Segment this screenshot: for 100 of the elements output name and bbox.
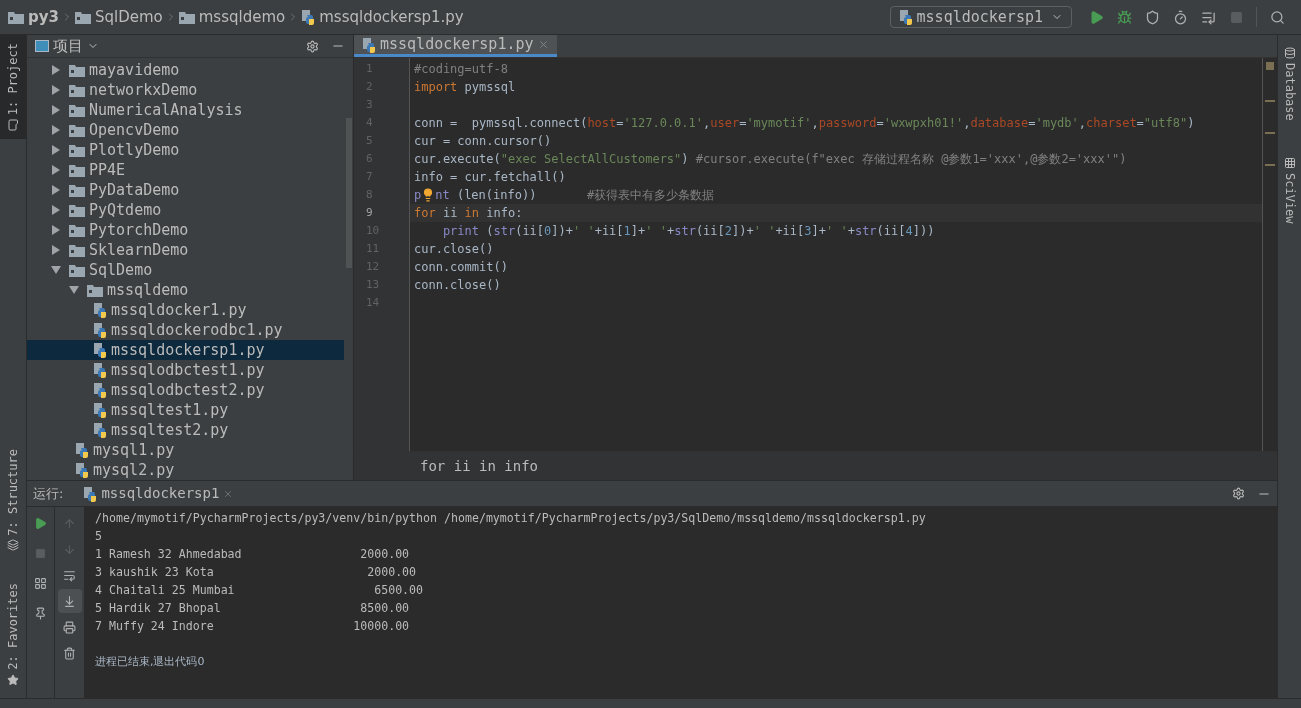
tree-item[interactable]: mysql1.py <box>27 440 344 460</box>
pin-icon <box>34 606 47 620</box>
code-line: cur.execute("exec SelectAllCustomers") #cursor.execute(f"exec 存储过程名称 @参数1='xxx',@参数2='xxx'") <box>413 151 1128 168</box>
panel-icon <box>35 40 49 52</box>
structure-icon <box>7 539 19 552</box>
tree-item[interactable]: PytorchDemo <box>27 220 344 240</box>
warning-marker[interactable] <box>1265 132 1275 134</box>
scroll-to-end-button[interactable] <box>57 589 82 613</box>
tree-item[interactable]: mssqldockerodbc1.py <box>27 320 344 340</box>
tree-item[interactable]: mssqldocker1.py <box>27 300 344 320</box>
console-line: 1 Ramesh 32 Ahmedabad 2000.00 <box>95 546 411 563</box>
tree-item[interactable]: NumericalAnalysis <box>27 100 344 120</box>
tool-window-tab[interactable]: 7: Structure <box>0 440 26 560</box>
play-icon <box>1088 9 1104 25</box>
python-file-icon <box>75 442 89 458</box>
scrollbar-thumb[interactable] <box>346 118 352 268</box>
breadcrumb[interactable]: mssqldockersp1.py <box>301 5 464 29</box>
settings-icon[interactable] <box>1232 487 1245 500</box>
python-file-icon <box>93 422 107 438</box>
code-line: #coding=utf-8 <box>413 61 509 78</box>
panel-title[interactable]: 项目 <box>53 34 83 58</box>
tool-window-tab[interactable]: 2: Favorites <box>0 575 26 694</box>
breadcrumb[interactable]: SqlDemo <box>74 5 163 29</box>
layout-icon <box>34 576 47 590</box>
python-file-icon <box>362 36 376 53</box>
tree-item[interactable]: PlotlyDemo <box>27 140 344 160</box>
list-icon <box>1200 9 1216 25</box>
console-line: 5 Hardik 27 Bhopal 8500.00 <box>95 600 411 617</box>
run-label: 运行: <box>33 484 64 503</box>
code-line: import pymssql <box>413 79 517 96</box>
database-icon <box>1283 47 1296 59</box>
exit-message: 进程已结束,退出代码0 <box>95 654 206 670</box>
shield-icon <box>1144 9 1160 25</box>
python-file-icon <box>75 462 89 478</box>
tree-item[interactable]: mssqlodbctest2.py <box>27 380 344 400</box>
python-file-icon <box>93 322 107 338</box>
tree-item[interactable]: mayavidemo <box>27 60 344 80</box>
close-icon[interactable] <box>537 39 549 50</box>
python-file-icon <box>301 9 316 25</box>
close-icon[interactable] <box>223 488 234 499</box>
tool-window-tab[interactable]: SciView <box>1278 148 1301 232</box>
trash-icon <box>63 646 76 660</box>
console-line: 4 Chaitali 25 Mumbai 6500.00 <box>95 582 425 599</box>
tree-item[interactable]: mssqltest2.py <box>27 420 344 440</box>
python-file-icon <box>93 302 107 318</box>
python-file-icon <box>93 342 107 358</box>
tree-item[interactable]: PyDataDemo <box>27 180 344 200</box>
breadcrumb[interactable]: for ii in info <box>420 455 538 477</box>
tree-item[interactable]: mssqltest1.py <box>27 400 344 420</box>
editor-tab[interactable]: mssqldockersp1.py <box>354 35 557 57</box>
console-line: 7 Muffy 24 Indore 10000.00 <box>95 618 411 635</box>
console-line: 3 kaushik 23 Kota 2000.00 <box>95 564 418 581</box>
code-line: conn.close() <box>413 277 502 294</box>
python-file-icon <box>83 485 98 502</box>
tree-item[interactable]: SqlDemo <box>27 260 344 280</box>
code-line: info = cur.fetchall() <box>413 169 567 186</box>
tree-item[interactable]: OpencvDemo <box>27 120 344 140</box>
console-line: 5 <box>95 528 103 545</box>
warning-marker[interactable] <box>1265 100 1275 102</box>
star-icon <box>7 674 19 686</box>
code-line: cur.close() <box>413 241 495 258</box>
wrap-icon <box>63 568 76 582</box>
console-line: /home/mymotif/PycharmProjects/py3/venv/bin/python /home/mymotif/PycharmProjects/py3/SqlDemo/mssqldemo/mssqldockersp1.py <box>95 510 927 527</box>
tree-item[interactable]: PP4E <box>27 160 344 180</box>
line-number: 9 <box>365 205 374 221</box>
python-file-icon <box>93 382 107 398</box>
bug-icon <box>1116 9 1132 25</box>
code-line: print (str(ii[0])+' '+ii[1]+' '+str(ii[2])+' '+ii[3]+' '+str(ii[4])) <box>441 223 936 240</box>
code-line: conn.commit() <box>413 259 509 276</box>
python-file-icon <box>93 402 107 418</box>
settings-icon[interactable] <box>306 39 319 53</box>
run-tab[interactable]: mssqldockersp1 <box>83 483 234 504</box>
code-line: cur = conn.cursor() <box>413 133 553 150</box>
code-line: p nt (len(info)) #获得表中有多少条数据 <box>413 187 716 204</box>
arrow-up-icon <box>63 516 76 530</box>
tree-item[interactable]: mssqlodbctest1.py <box>27 360 344 380</box>
tree-item[interactable]: PyQtdemo <box>27 200 344 220</box>
tree-item[interactable]: mssqldockersp1.py <box>27 340 344 360</box>
search-icon <box>1269 9 1285 25</box>
tree-item[interactable]: networkxDemo <box>27 80 344 100</box>
warning-marker[interactable] <box>1266 62 1274 70</box>
timer-icon <box>1172 9 1188 25</box>
tool-window-tab[interactable]: Database <box>1278 39 1301 129</box>
tree-item[interactable]: mssqldemo <box>27 280 344 300</box>
tree-item[interactable]: SklearnDemo <box>27 240 344 260</box>
arrow-down-icon <box>63 542 76 556</box>
python-file-icon <box>93 362 107 378</box>
breadcrumb[interactable]: py3 <box>8 5 59 29</box>
tool-window-tab[interactable]: 1: Project <box>0 35 26 140</box>
scroll-to-end-icon <box>63 594 76 608</box>
printer-icon <box>63 620 76 634</box>
python-file-icon <box>898 9 913 25</box>
warning-marker[interactable] <box>1265 164 1275 166</box>
breadcrumb[interactable]: mssqldemo <box>178 5 286 29</box>
code-line: conn = pymssql.connect(host='127.0.0.1',user='mymotif',password='wxwpxh01!',database='mydb',charset="utf8") <box>413 115 1196 132</box>
tree-item[interactable]: mysql2.py <box>27 460 344 480</box>
grid-icon <box>1283 156 1296 169</box>
run-config-dropdown[interactable]: mssqldockersp1 <box>889 6 1072 28</box>
stop-icon <box>1229 10 1243 24</box>
stop-icon <box>35 547 46 559</box>
